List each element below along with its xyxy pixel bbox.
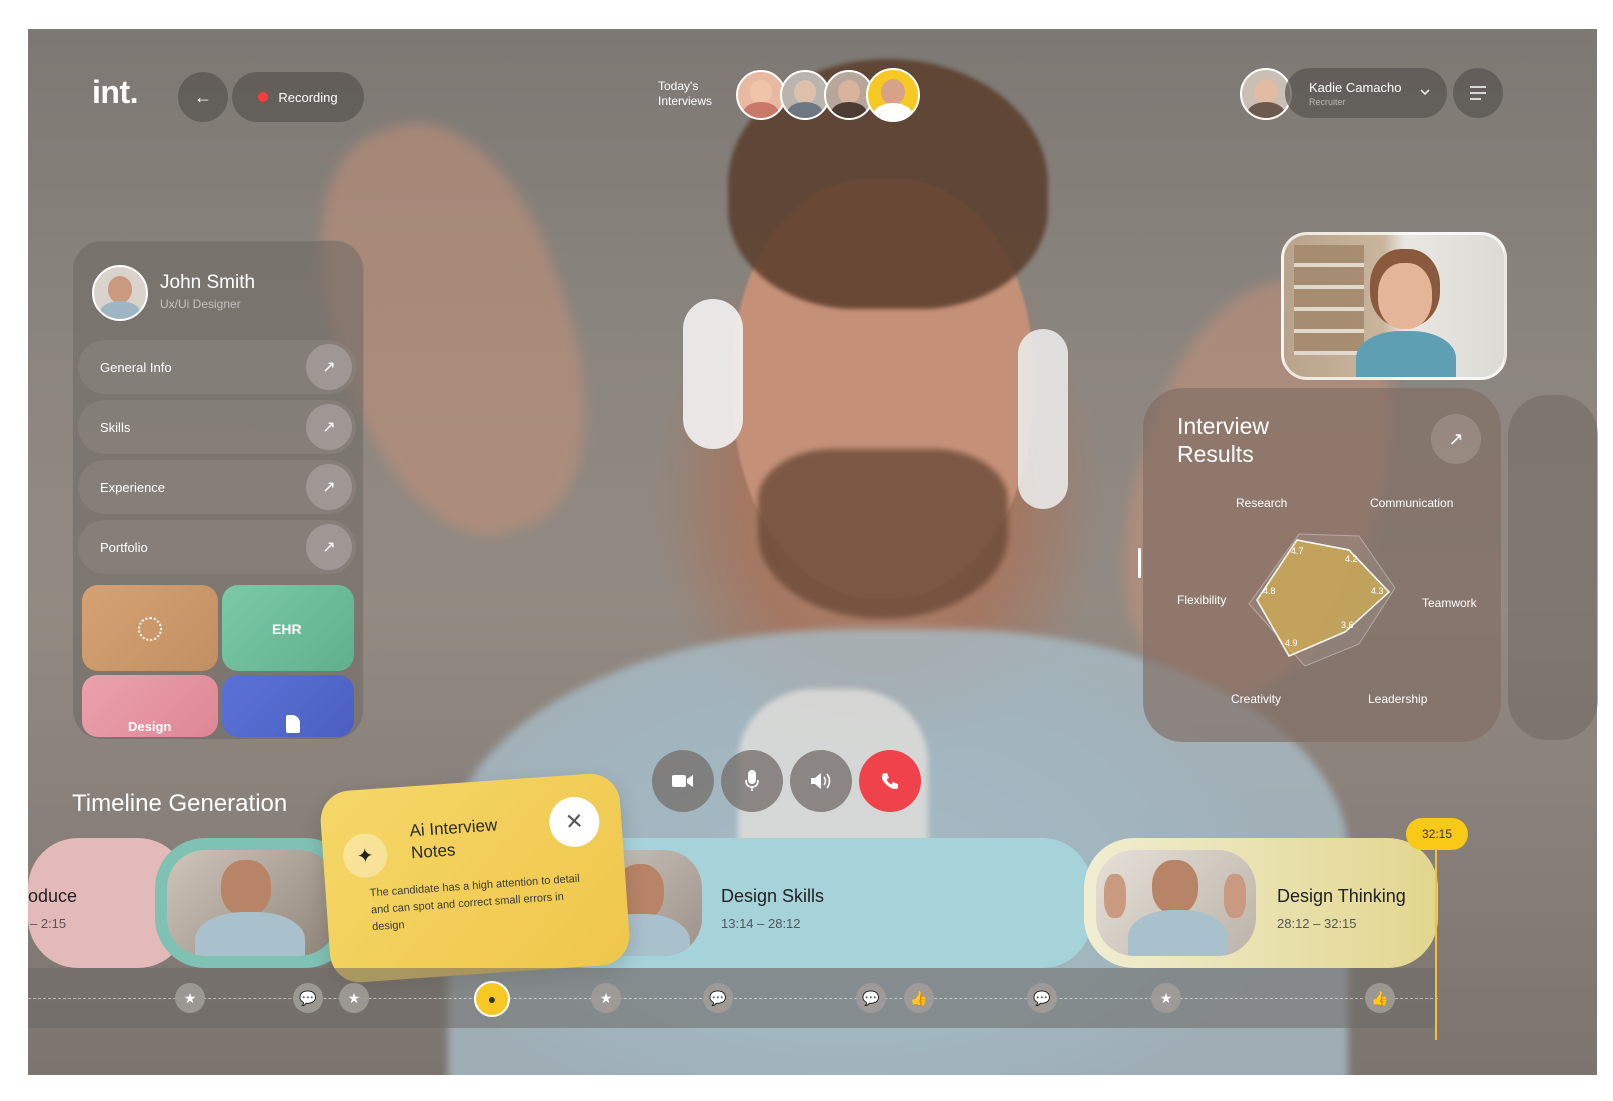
chat-icon[interactable]: 💬 bbox=[856, 983, 886, 1013]
end-call-icon bbox=[882, 773, 898, 789]
close-icon: ✕ bbox=[564, 808, 585, 835]
candidate-beard bbox=[758, 449, 1008, 619]
arrow-left-icon: ← bbox=[194, 86, 212, 107]
close-notes-button[interactable]: ✕ bbox=[547, 795, 602, 849]
segment-time: – 2:15 bbox=[30, 916, 67, 931]
panel-handle[interactable] bbox=[1138, 548, 1141, 578]
user-role: Recruiter bbox=[1309, 96, 1346, 107]
chevron-down-icon bbox=[1420, 89, 1430, 96]
interviewee-avatar-active[interactable] bbox=[866, 68, 920, 122]
chat-icon[interactable]: 💬 bbox=[1027, 983, 1057, 1013]
menu-button[interactable] bbox=[1453, 68, 1503, 118]
ai-interview-notes-card: ✦ Ai Interview Notes ✕ The candidate has… bbox=[318, 771, 632, 985]
arrow-up-right-icon[interactable]: ↗ bbox=[306, 404, 352, 450]
portfolio-logo-icon bbox=[138, 617, 162, 641]
bookshelf bbox=[1294, 245, 1364, 355]
segment-time: 13:14 – 28:12 bbox=[721, 916, 801, 931]
interviewer-face bbox=[1378, 263, 1432, 329]
camera-icon bbox=[672, 775, 693, 787]
timeline-title: Timeline Generation bbox=[72, 790, 288, 817]
candidate-role: Ux/Ui Designer bbox=[160, 297, 241, 311]
camera-button[interactable] bbox=[652, 750, 714, 812]
arrow-up-right-icon[interactable]: ↗ bbox=[306, 344, 352, 390]
portfolio-design-label: Design bbox=[128, 719, 172, 734]
interviewee-avatar-1[interactable] bbox=[736, 70, 786, 120]
speaker-icon bbox=[811, 773, 831, 789]
recording-button[interactable]: Recording bbox=[232, 72, 364, 122]
axis-leadership: Leadership bbox=[1368, 692, 1428, 706]
star-icon[interactable]: ★ bbox=[1151, 983, 1181, 1013]
chat-icon[interactable]: 💬 bbox=[293, 983, 323, 1013]
axis-creativity: Creativity bbox=[1231, 692, 1282, 706]
candidate-avatar bbox=[92, 265, 148, 321]
timeline-track-line bbox=[28, 998, 1438, 999]
hamburger-menu-icon bbox=[1470, 86, 1486, 100]
current-time-badge: 32:15 bbox=[1406, 818, 1468, 850]
todays-interviews-label: Today's Interviews bbox=[658, 79, 713, 108]
star-icon[interactable]: ★ bbox=[591, 983, 621, 1013]
portfolio-r-logo-icon bbox=[286, 715, 300, 733]
microphone-button[interactable] bbox=[721, 750, 783, 812]
thumbs-up-icon[interactable]: 👍 bbox=[904, 983, 934, 1013]
profile-item-portfolio[interactable]: Portfolio ↗ bbox=[78, 520, 356, 574]
user-profile-menu[interactable]: Kadie Camacho Recruiter bbox=[1285, 68, 1447, 118]
score-leadership: 3.6 bbox=[1341, 620, 1354, 630]
axis-research: Research bbox=[1236, 496, 1288, 510]
portfolio-thumb-2[interactable]: EHR bbox=[222, 585, 354, 671]
portfolio-thumb-3[interactable]: Design bbox=[82, 675, 218, 737]
star-icon[interactable]: ★ bbox=[175, 983, 205, 1013]
score-teamwork: 4.3 bbox=[1371, 586, 1384, 596]
interviewee-avatar-2[interactable] bbox=[780, 70, 830, 120]
axis-flexibility: Flexibility bbox=[1177, 593, 1227, 607]
axis-teamwork: Teamwork bbox=[1422, 596, 1477, 610]
notes-body: The candidate has a high attention to de… bbox=[369, 872, 581, 934]
magic-wand-icon: ✦ bbox=[341, 832, 389, 880]
notes-title: Ai Interview Notes bbox=[408, 815, 498, 863]
chat-icon[interactable]: 💬 bbox=[703, 983, 733, 1013]
timeline-playhead[interactable] bbox=[1435, 850, 1437, 1040]
headset-right-cup bbox=[1018, 329, 1068, 509]
star-icon[interactable]: ★ bbox=[339, 983, 369, 1013]
timeline-segment-design-thinking[interactable]: Design Thinking 28:12 – 32:15 bbox=[1084, 838, 1438, 968]
segment-thumbnail bbox=[167, 850, 337, 956]
score-creativity: 4.9 bbox=[1285, 638, 1298, 648]
segment-title: oduce bbox=[28, 886, 78, 906]
profile-item-experience[interactable]: Experience ↗ bbox=[78, 460, 356, 514]
interviewer-video-thumbnail[interactable] bbox=[1281, 232, 1507, 380]
next-panel-edge bbox=[1508, 395, 1598, 740]
back-button[interactable]: ← bbox=[178, 72, 228, 122]
axis-communication: Communication bbox=[1370, 496, 1454, 510]
arrow-up-right-icon[interactable]: ↗ bbox=[306, 464, 352, 510]
segment-title: Design Skills bbox=[721, 886, 825, 906]
candidate-name: John Smith bbox=[160, 272, 256, 293]
interviewer-shirt bbox=[1356, 331, 1456, 377]
thumbs-up-icon[interactable]: 👍 bbox=[1365, 983, 1395, 1013]
profile-item-general-info[interactable]: General Info ↗ bbox=[78, 340, 356, 394]
candidate-profile-panel: John Smith Ux/Ui Designer General Info ↗… bbox=[72, 240, 364, 740]
app-logo: int. bbox=[92, 74, 138, 110]
portfolio-thumb-1[interactable] bbox=[82, 585, 218, 671]
end-call-button[interactable] bbox=[859, 750, 921, 812]
portfolio-ehr-label: EHR bbox=[272, 621, 302, 637]
segment-thumbnail bbox=[1096, 850, 1256, 956]
arrow-up-right-icon[interactable]: ↗ bbox=[306, 524, 352, 570]
microphone-icon bbox=[745, 770, 759, 791]
user-name: Kadie Camacho bbox=[1309, 79, 1402, 95]
speaker-button[interactable] bbox=[790, 750, 852, 812]
score-flexibility: 4.8 bbox=[1263, 586, 1276, 596]
score-research: 4.7 bbox=[1291, 546, 1304, 556]
profile-item-skills[interactable]: Skills ↗ bbox=[78, 400, 356, 454]
recording-label: Recording bbox=[278, 89, 338, 105]
headset-left-cup bbox=[683, 299, 743, 449]
recording-dot-icon bbox=[258, 92, 269, 102]
score-communication: 4.2 bbox=[1345, 554, 1358, 564]
radar-chart: 4.7 4.2 4.3 3.6 4.9 4.8 bbox=[1248, 533, 1396, 667]
segment-title: Design Thinking bbox=[1277, 886, 1406, 906]
arrow-up-right-icon[interactable]: ↗ bbox=[1431, 414, 1481, 464]
interview-results-panel: Interview Results ↗ 4.7 4.2 4.3 3.6 4.9 … bbox=[1143, 388, 1501, 742]
portfolio-thumb-4[interactable] bbox=[222, 675, 354, 737]
chat-icon[interactable]: ● bbox=[474, 981, 510, 1017]
segment-time: 28:12 – 32:15 bbox=[1277, 916, 1357, 931]
results-title: Interview Results bbox=[1177, 413, 1270, 467]
